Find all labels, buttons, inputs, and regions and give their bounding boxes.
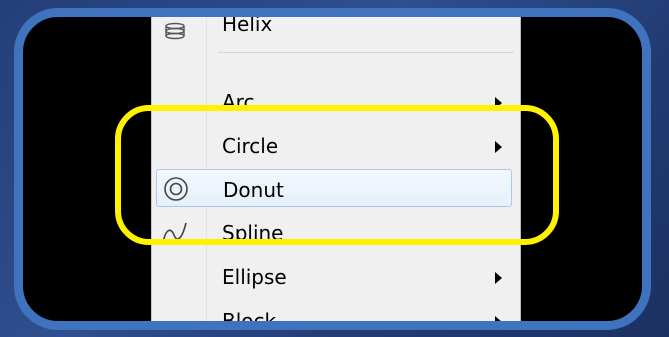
submenu-arrow-icon	[495, 316, 502, 321]
menu-item-label: Spline	[222, 221, 284, 245]
donut-icon	[164, 177, 188, 201]
menu-item-helix[interactable]: Helix	[152, 17, 520, 55]
menu-item-label: Block	[222, 309, 277, 330]
menu-item-circle[interactable]: Circle	[152, 126, 520, 164]
menu-item-label: Arc	[222, 90, 255, 114]
menu-separator	[218, 52, 514, 53]
spline-icon	[162, 222, 187, 245]
menu-item-spline[interactable]: Spline	[152, 213, 520, 251]
draw-menu: Helix Arc Circle Donut Spline Ellipse Bl…	[151, 17, 521, 330]
menu-item-label: Ellipse	[222, 265, 287, 289]
screenshot-frame: Helix Arc Circle Donut Spline Ellipse Bl…	[14, 8, 651, 330]
menu-item-label: Donut	[223, 178, 284, 202]
menu-item-label: Circle	[222, 134, 279, 158]
helix-icon	[165, 22, 185, 40]
submenu-arrow-icon	[495, 141, 502, 153]
menu-item-arc[interactable]: Arc	[152, 82, 520, 120]
menu-item-label: Helix	[222, 12, 273, 36]
submenu-arrow-icon	[495, 272, 502, 284]
menu-item-ellipse[interactable]: Ellipse	[152, 257, 520, 295]
menu-item-donut[interactable]: Donut	[156, 169, 512, 207]
menu-item-block[interactable]: Block	[152, 301, 520, 330]
submenu-arrow-icon	[495, 97, 502, 109]
